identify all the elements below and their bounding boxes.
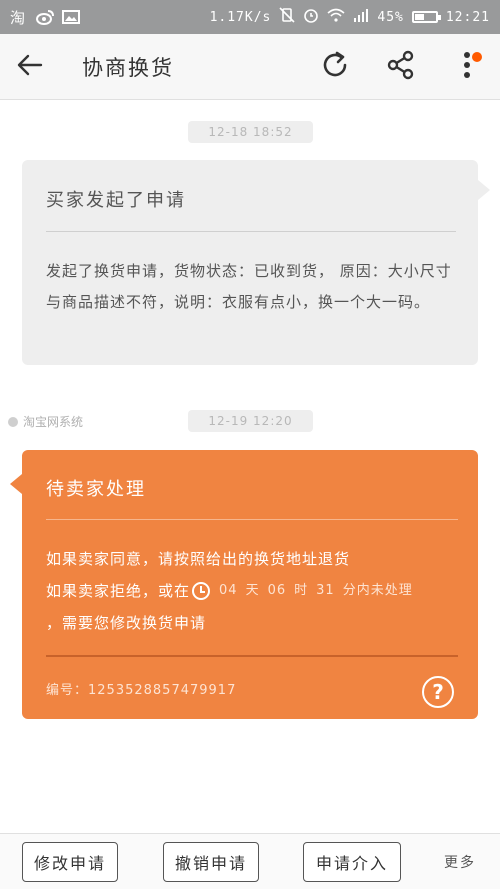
card-title: 待卖家处理 bbox=[46, 479, 146, 500]
card-body: 发起了换货申请，货物状态：已收到货， 原因：大小尺寸与商品描述不符，说明：衣服有… bbox=[46, 262, 452, 311]
clock-icon bbox=[192, 582, 211, 600]
countdown-days: 04 bbox=[219, 583, 238, 598]
arrow-left-icon bbox=[17, 54, 43, 80]
message-timestamp: 12-18 18:52 bbox=[188, 121, 313, 143]
card-line: ，需要您修改换货申请 bbox=[46, 614, 207, 632]
share-icon bbox=[386, 50, 416, 84]
request-intervention-button[interactable]: 申请介入 bbox=[303, 842, 401, 882]
card-line: 如果卖家同意，请按照给出的换货地址退货 bbox=[46, 550, 351, 568]
buyer-request-card: 买家发起了申请 发起了换货申请，货物状态：已收到货， 原因：大小尺寸与商品描述不… bbox=[22, 160, 490, 365]
hours-label: 时 bbox=[294, 583, 309, 598]
vibrate-off-icon bbox=[279, 7, 295, 27]
status-bar: 淘 1.17K/s 45% 12:21 bbox=[0, 0, 500, 34]
wifi-icon bbox=[327, 8, 345, 26]
battery-icon bbox=[411, 11, 441, 23]
network-speed: 1.17K/s bbox=[209, 9, 272, 25]
code-value: 1253528857479917 bbox=[88, 683, 237, 698]
back-button[interactable] bbox=[0, 34, 60, 100]
countdown-line: 如果卖家拒绝，或在 04 天 06 时 31 分内未处理 bbox=[46, 575, 464, 607]
more-button[interactable]: 更多 bbox=[444, 852, 476, 872]
line-prefix: 如果卖家拒绝，或在 bbox=[46, 582, 191, 600]
more-vertical-icon bbox=[463, 51, 471, 83]
question-icon: ? bbox=[432, 680, 444, 704]
minutes-label: 分内未处理 bbox=[342, 583, 413, 598]
divider bbox=[46, 519, 458, 520]
seller-pending-card: 待卖家处理 如果卖家同意，请按照给出的换货地址退货 如果卖家拒绝，或在 04 天… bbox=[10, 450, 478, 719]
weibo-icon bbox=[36, 9, 54, 25]
message-timestamp: 12-19 12:20 bbox=[188, 410, 313, 432]
image-icon bbox=[62, 9, 80, 25]
status-right: 1.17K/s 45% 12:21 bbox=[210, 7, 490, 27]
order-code: 编号：1253528857479917 bbox=[46, 679, 236, 698]
battery-percent: 45% bbox=[377, 9, 404, 25]
divider bbox=[46, 231, 456, 232]
bottom-action-bar: 修改申请 撤销申请 申请介入 更多 bbox=[0, 833, 500, 889]
days-label: 天 bbox=[245, 583, 260, 598]
help-button[interactable]: ? bbox=[422, 676, 454, 708]
taobao-icon: 淘 bbox=[10, 9, 28, 27]
card-body: 如果卖家同意，请按照给出的换货地址退货 如果卖家拒绝，或在 04 天 06 时 … bbox=[46, 543, 464, 639]
sender-label: 淘宝网系统 bbox=[8, 413, 83, 430]
code-label: 编号： bbox=[46, 683, 89, 698]
status-left-icons: 淘 bbox=[10, 9, 80, 27]
app-bar: 协商换货 bbox=[0, 34, 500, 100]
more-menu-button[interactable] bbox=[434, 34, 500, 100]
share-button[interactable] bbox=[368, 34, 434, 100]
modify-request-button[interactable]: 修改申请 bbox=[22, 842, 118, 882]
clock-time: 12:21 bbox=[445, 9, 490, 25]
refresh-icon bbox=[319, 49, 351, 85]
countdown-minutes: 31 bbox=[316, 583, 335, 598]
refresh-button[interactable] bbox=[302, 34, 368, 100]
app-bar-actions bbox=[302, 34, 500, 100]
notification-badge bbox=[472, 51, 482, 62]
countdown-hours: 06 bbox=[267, 583, 287, 598]
card-title: 买家发起了申请 bbox=[46, 190, 186, 211]
signal-icon bbox=[353, 8, 369, 26]
alarm-icon bbox=[303, 7, 319, 27]
divider bbox=[46, 655, 458, 657]
sender-avatar bbox=[8, 416, 18, 427]
svg-text:淘: 淘 bbox=[10, 9, 25, 25]
cancel-request-button[interactable]: 撤销申请 bbox=[163, 842, 259, 882]
page-title: 协商换货 bbox=[82, 55, 174, 80]
sender-name: 淘宝网系统 bbox=[23, 415, 84, 429]
